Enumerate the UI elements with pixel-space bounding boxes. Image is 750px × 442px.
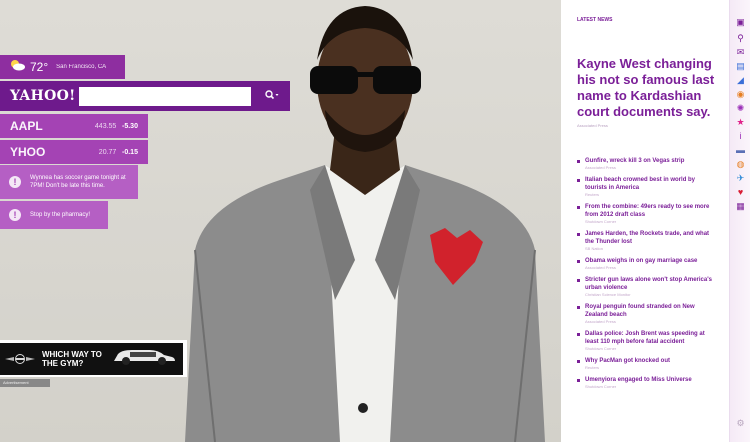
jobs-icon[interactable]: ▦ [735,201,746,212]
list-item[interactable]: From the combine: 49ers ready to see mor… [577,203,715,225]
bullet-icon [577,360,580,363]
mini-ad-banner[interactable]: WHICH WAY TO THE GYM? [0,340,187,377]
news-source: Associated Press [585,265,616,270]
search-bar: YAHOO! [0,81,290,111]
bullet-icon [577,160,580,163]
stock-symbol: AAPL [10,119,43,133]
games-icon[interactable]: ✺ [735,103,746,114]
news-title[interactable]: Royal penguin found stranded on New Zeal… [585,303,715,319]
avatar-icon[interactable]: ▣ [735,17,746,28]
alert-icon: ! [9,176,21,188]
list-item[interactable]: Stricter gun laws alone won't stop Ameri… [577,276,715,298]
bullet-icon [577,306,580,309]
news-title[interactable]: Umenyiora engaged to Miss Universe [585,376,715,384]
news-source: Shutdown Corner [585,384,617,389]
bullet-icon [577,279,580,282]
ad-creative: WHICH WAY TO THE GYM? [0,342,183,375]
news-source: Associated Press [585,165,616,170]
news-section-label: LATEST NEWS [577,17,613,23]
news-title[interactable]: Why PacMan got knocked out [585,357,715,365]
bullet-icon [577,233,580,236]
reminder-text: Stop by the pharmacy! [30,212,91,218]
news-source: Reuters [585,365,600,370]
travel-icon[interactable]: ✈ [735,173,746,184]
list-item[interactable]: Obama weighs in on gay marriage case Asso… [577,257,715,271]
mini-brand-logo [5,353,35,365]
list-item[interactable]: Gunfire, wreck kill 3 on Vegas strip Asso… [577,157,715,171]
bullet-icon [577,333,580,336]
list-item[interactable]: Dallas police: Josh Brent was speeding a… [577,330,715,352]
mail-icon[interactable]: ✉ [735,47,746,58]
car-image [104,345,178,372]
list-item[interactable]: Why PacMan got knocked out Reuters [577,357,715,371]
list-item[interactable]: Italian beach crowned best in world by t… [577,176,715,198]
top-headline[interactable]: Kayne West changing his not so famous la… [577,56,715,120]
weather-temperature: 72° [30,60,49,74]
search-input[interactable] [79,86,251,106]
icon-rail: ▣ ⚲ ✉ ▤ ◢ ◉ ✺ ★ i ▬ ◍ ✈ ♥ ▦ ⚙ [729,0,750,442]
ad-headline: WHICH WAY TO THE GYM? [42,349,102,368]
news-title[interactable]: Gunfire, wreck kill 3 on Vegas strip [585,157,715,165]
list-item[interactable]: James Harden, the Rockets trade, and wha… [577,230,715,252]
search-icon[interactable]: ⚲ [735,33,746,44]
sports-icon[interactable]: ◉ [735,89,746,100]
bullet-icon [577,179,580,182]
news-title[interactable]: Obama weighs in on gay marriage case [585,257,715,265]
list-item[interactable]: Umenyiora engaged to Miss Universe Shutdo… [577,376,715,390]
dating-icon[interactable]: ♥ [735,187,746,198]
reminder-card[interactable]: ! Stop by the pharmacy! [0,201,108,229]
yahoo-logo[interactable]: YAHOO! [10,88,78,104]
stock-price: 443.55 [94,122,117,130]
ad-label: Advertisement [0,379,50,387]
news-title[interactable]: Dallas police: Josh Brent was speeding a… [585,330,715,346]
news-icon[interactable]: ▤ [735,61,746,72]
partly-cloudy-icon [9,58,25,76]
bullet-icon [577,260,580,263]
news-source: Reuters [585,192,600,197]
stock-change: -5.30 [122,122,138,130]
reminder-text: Wynnea has soccer game tonight at 7PM! D… [30,175,126,189]
stock-row-yhoo[interactable]: YHOO 20.77 -0.15 [0,140,148,164]
news-title[interactable]: From the combine: 49ers ready to see mor… [585,203,715,219]
news-title[interactable]: Stricter gun laws alone won't stop Ameri… [585,276,715,292]
weather-location: San Francisco, CA [56,64,107,70]
news-list: Gunfire, wreck kill 3 on Vegas strip Asso… [577,157,715,390]
featured-person-image [185,0,545,442]
bullet-icon [577,206,580,209]
news-source: Shutdown Corner [585,346,617,351]
finance-icon[interactable]: ◢ [735,75,746,86]
stock-symbol: YHOO [10,145,46,159]
info-icon[interactable]: i [735,131,746,142]
news-source: Associated Press [585,319,616,324]
reminder-card[interactable]: ! Wynnea has soccer game tonight at 7PM!… [0,165,138,199]
stock-row-aapl[interactable]: AAPL 443.55 -5.30 [0,114,148,138]
autos-icon[interactable]: ▬ [735,145,746,156]
news-source: SB Nation [585,246,604,251]
alert-icon: ! [9,209,21,221]
shopping-icon[interactable]: ◍ [735,159,746,170]
bullet-icon [577,379,580,382]
flickr-icon[interactable]: ★ [735,117,746,128]
top-headline-source: Associated Press [577,123,608,128]
news-source: Shutdown Corner [585,219,617,224]
news-panel: LATEST NEWS Kayne West changing his not … [561,0,729,442]
news-title[interactable]: James Harden, the Rockets trade, and wha… [585,230,715,246]
stock-price: 20.77 [98,148,117,156]
search-button[interactable] [257,87,287,106]
list-item[interactable]: Royal penguin found stranded on New Zeal… [577,303,715,325]
weather-widget[interactable]: 72° San Francisco, CA [0,55,125,79]
news-title[interactable]: Italian beach crowned best in world by t… [585,176,715,192]
settings-icon[interactable]: ⚙ [735,418,746,429]
news-source: Christian Science Monitor [585,292,631,297]
search-icon [265,87,279,105]
stock-change: -0.15 [122,148,138,156]
